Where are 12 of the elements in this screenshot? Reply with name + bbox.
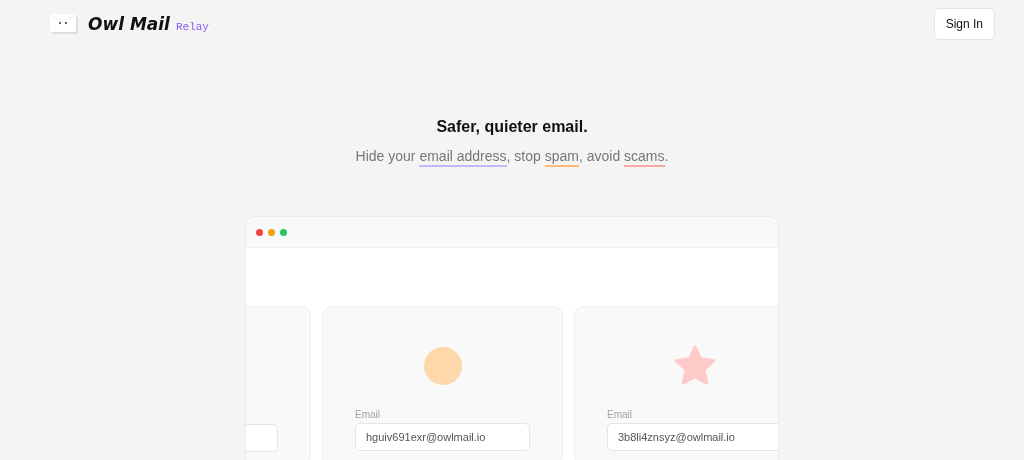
email-field[interactable]: hguiv691exr@owlmail.io: [355, 423, 530, 451]
circle-icon: [423, 347, 462, 385]
hero-subtitle: Hide your email address, stop spam, avoid scams.: [355, 148, 669, 164]
field-label: Email: [607, 409, 632, 420]
star-icon: [672, 345, 717, 387]
brand-tag: Relay: [175, 21, 209, 33]
field-label: Email: [355, 409, 380, 420]
email-field[interactable]: 3b8li4znsyz@owlmail.io: [607, 423, 778, 451]
hero-title: Safer, quieter email.: [436, 118, 588, 136]
envelope-icon: [50, 14, 78, 34]
brand-name: Owl Mail: [88, 14, 170, 34]
sign-in-button[interactable]: Sign In: [933, 8, 995, 40]
